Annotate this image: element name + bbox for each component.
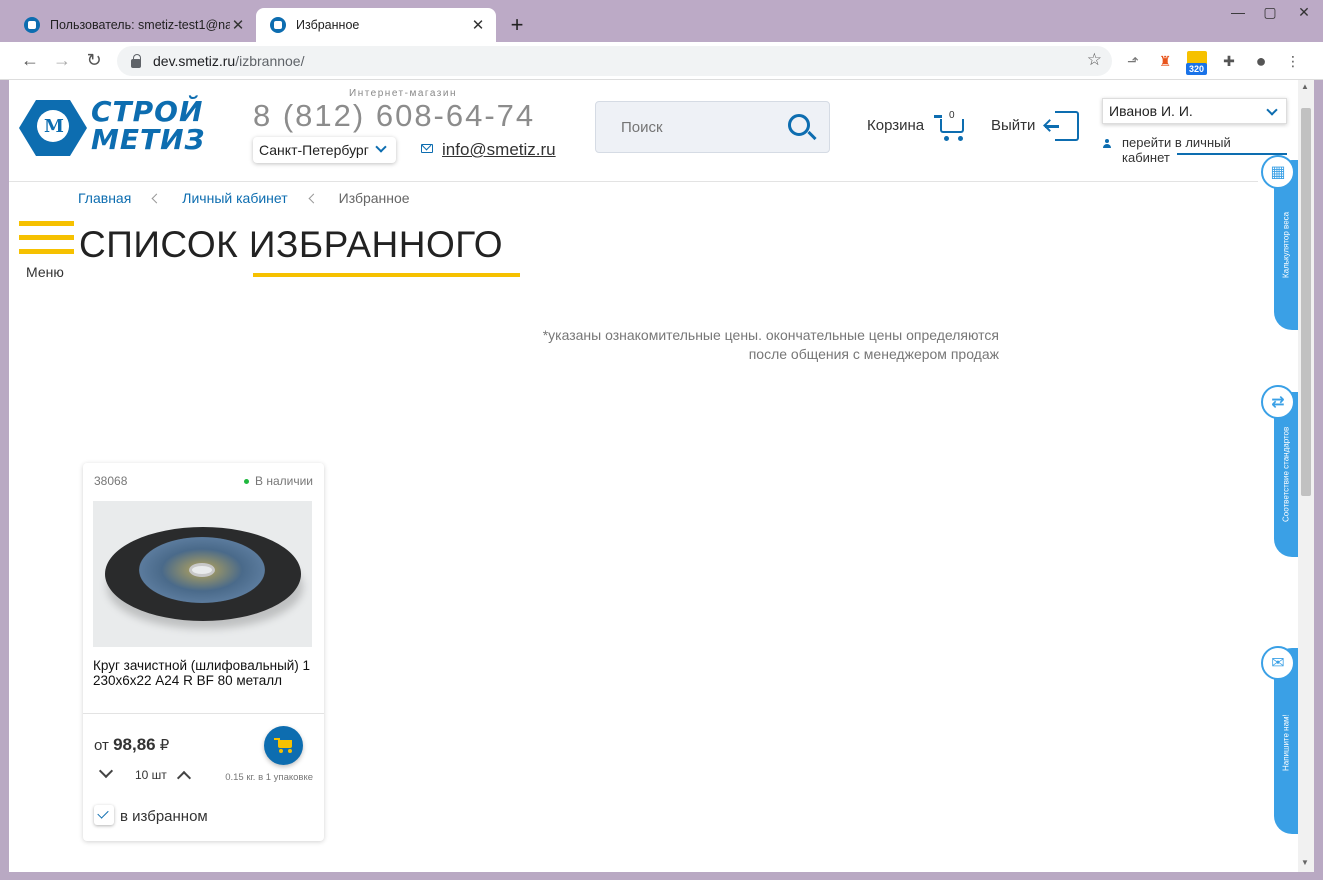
scroll-thumb[interactable] — [1301, 108, 1311, 496]
breadcrumb-home[interactable]: Главная — [78, 190, 131, 206]
lock-icon — [131, 53, 141, 68]
menu-label: Меню — [26, 264, 64, 280]
personal-cabinet-link[interactable]: перейти в личный кабинет — [1122, 135, 1258, 165]
logout-icon[interactable] — [1045, 111, 1079, 141]
extension-arrow-icon[interactable]: ⬏ — [1123, 51, 1143, 71]
user-name: Иванов И. И. — [1109, 103, 1193, 119]
favorite-label[interactable]: в избранном — [120, 808, 208, 825]
chevron-left-icon — [151, 193, 162, 203]
breadcrumb-cabinet[interactable]: Личный кабинет — [182, 190, 287, 206]
product-sku: 38068 — [94, 474, 128, 488]
product-card: 38068 В наличии Круг зачистной (шлифовал… — [83, 463, 324, 841]
divider — [83, 713, 324, 714]
new-tab-button[interactable]: + — [506, 12, 528, 38]
extension-badge: 320 — [1186, 63, 1208, 75]
back-arrow-icon[interactable]: ← — [18, 50, 42, 71]
stock-status: В наличии — [243, 474, 313, 488]
chevron-down-icon — [1266, 104, 1278, 116]
tab-title: Пользователь: smetiz-test1@na — [50, 18, 230, 32]
site-favicon-icon — [24, 17, 40, 33]
favorite-checkbox[interactable] — [94, 805, 114, 825]
pack-info: 0.15 кг. в 1 упаковке — [225, 772, 313, 783]
search-icon[interactable] — [788, 114, 810, 136]
window-close-icon[interactable]: ✕ — [1290, 4, 1318, 21]
web-page: M СТРОЙ МЕТИЗ Интернет-магазин 8 (812) 6… — [9, 80, 1314, 872]
calculator-icon[interactable]: ▦ — [1261, 155, 1295, 189]
forward-arrow-icon[interactable]: → — [50, 50, 74, 71]
user-menu-select[interactable]: Иванов И. И. — [1102, 98, 1287, 124]
chevron-down-icon — [375, 141, 387, 153]
logout-label[interactable]: Выйти — [991, 117, 1035, 134]
browser-tab-favorites[interactable]: Избранное ✕ — [256, 8, 496, 42]
title-underline — [253, 273, 520, 277]
phone-number[interactable]: 8 (812) 608-64-74 — [253, 98, 535, 134]
browser-toolbar: ← → ↻ dev.smetiz.ru/izbrannoe/ ☆ ⬏ ♜ ✚ ●… — [0, 42, 1323, 80]
logo-text: СТРОЙ МЕТИЗ — [91, 95, 206, 156]
scroll-down-arrow-icon[interactable]: ▼ — [1301, 858, 1309, 867]
quantity-increase-icon[interactable] — [176, 770, 192, 786]
search-box — [595, 101, 830, 153]
logo-letter: M — [44, 116, 64, 137]
profile-avatar-icon[interactable]: ● — [1251, 51, 1271, 71]
tab-title: Избранное — [296, 18, 360, 32]
browser-menu-icon[interactable]: ⋮ — [1283, 51, 1303, 71]
page-title: СПИСОК ИЗБРАННОГО — [79, 224, 503, 265]
search-input[interactable] — [621, 118, 771, 136]
cart-label[interactable]: Корзина — [867, 117, 924, 134]
extensions-puzzle-icon[interactable]: ✚ — [1219, 51, 1239, 71]
email-link[interactable]: info@smetiz.ru — [442, 140, 556, 160]
hamburger-icon — [19, 221, 74, 226]
quantity-value[interactable]: 10 шт — [135, 768, 167, 782]
site-favicon-icon — [270, 17, 286, 33]
menu-button[interactable]: Меню — [19, 221, 75, 281]
page-scrollbar[interactable]: ▲ ▼ — [1298, 80, 1314, 872]
site-logo[interactable]: M СТРОЙ МЕТИЗ — [19, 98, 219, 158]
cart-count-badge: 0 — [949, 110, 955, 121]
add-to-cart-button[interactable] — [264, 726, 303, 765]
breadcrumb-current: Избранное — [338, 190, 410, 206]
in-stock-dot-icon — [243, 478, 249, 484]
product-price: от 98,86 ₽ — [94, 735, 170, 754]
url-text[interactable]: dev.smetiz.ru/izbrannoe/ — [153, 53, 305, 69]
product-image[interactable] — [93, 501, 312, 647]
breadcrumb: Главная Личный кабинет Избранное — [78, 190, 410, 206]
tab-close-icon[interactable]: ✕ — [470, 16, 486, 34]
tab-close-icon[interactable]: ✕ — [230, 16, 246, 34]
browser-tabstrip: Пользователь: smetiz-test1@na ✕ Избранно… — [0, 0, 1323, 42]
extension-lighthouse-icon[interactable]: ♜ — [1155, 51, 1175, 71]
scroll-up-arrow-icon[interactable]: ▲ — [1301, 82, 1309, 91]
maximize-icon[interactable]: ▢ — [1256, 4, 1284, 21]
site-header: M СТРОЙ МЕТИЗ Интернет-магазин 8 (812) 6… — [9, 80, 1287, 182]
minimize-icon[interactable]: — — [1224, 4, 1252, 20]
cart-icon — [274, 737, 294, 753]
chat-icon[interactable]: ✉ — [1261, 646, 1295, 680]
browser-tab-profile[interactable]: Пользователь: smetiz-test1@na ✕ — [10, 8, 256, 42]
price-disclaimer: *указаны ознакомительные цены. окончател… — [542, 327, 999, 362]
person-icon — [1103, 139, 1111, 148]
quantity-decrease-icon[interactable] — [98, 763, 114, 779]
swap-arrows-icon[interactable]: ⇄ — [1261, 385, 1295, 419]
city-select[interactable]: Санкт-Петербург — [253, 137, 396, 163]
address-bar[interactable]: dev.smetiz.ru/izbrannoe/ ☆ — [117, 46, 1112, 76]
product-name[interactable]: Круг зачистной (шлифовальный) 1 230х6х22… — [93, 658, 313, 688]
reload-icon[interactable]: ↻ — [82, 50, 106, 71]
chevron-left-icon — [308, 193, 319, 203]
city-value: Санкт-Петербург — [259, 142, 369, 158]
bookmark-star-icon[interactable]: ☆ — [1087, 50, 1102, 70]
cabinet-link-underline — [1177, 153, 1287, 155]
mail-icon — [421, 144, 433, 153]
